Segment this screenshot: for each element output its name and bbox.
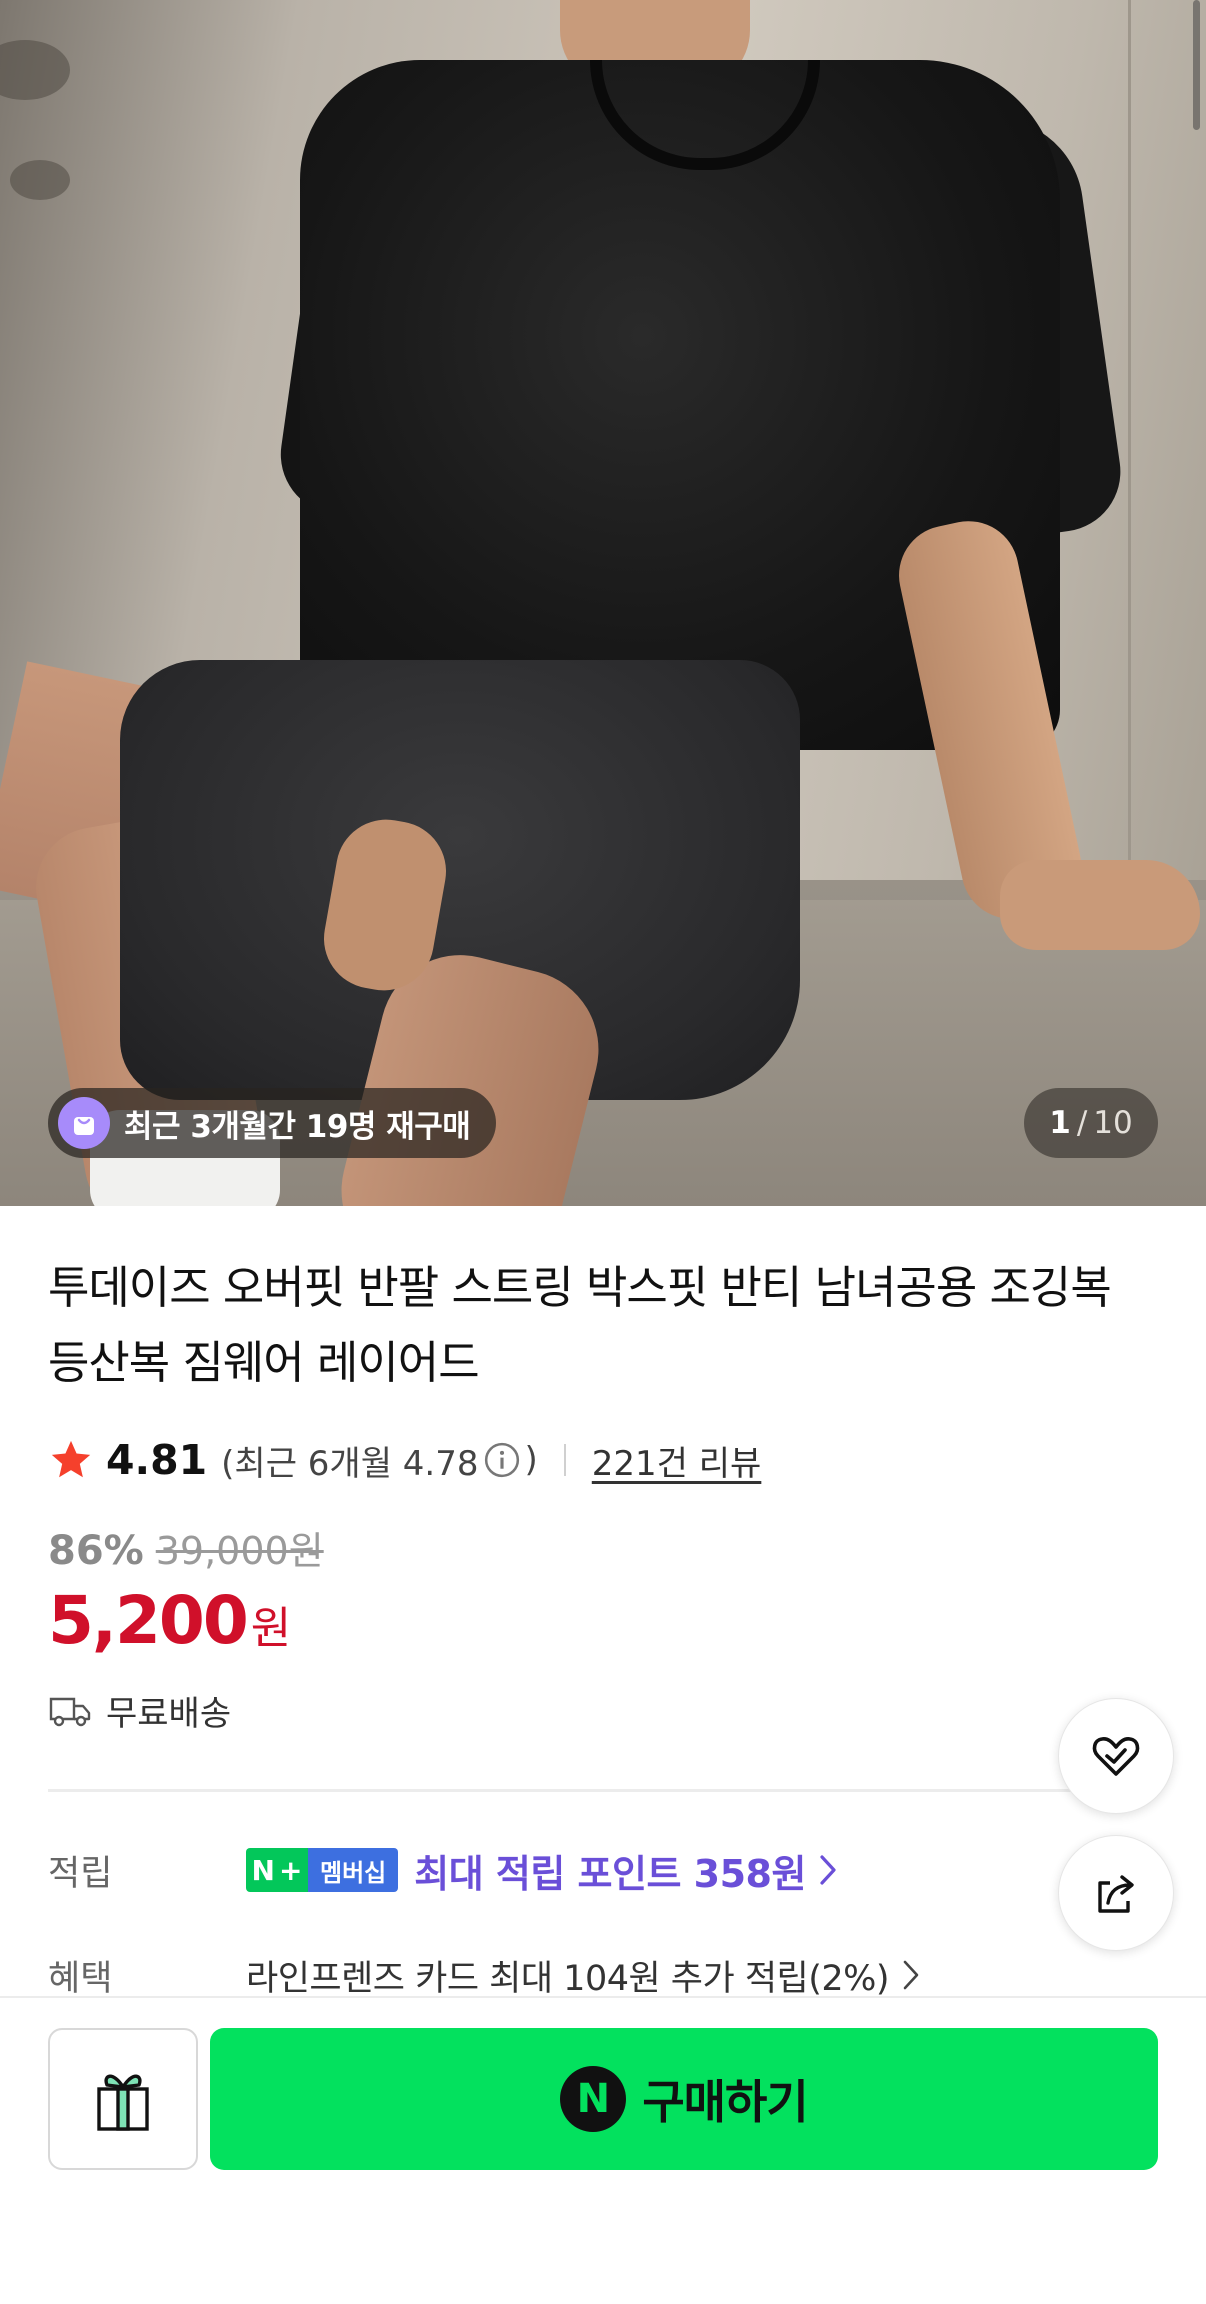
bottom-action-bar: N 구매하기 [0,1996,1206,2304]
shipping-info: 무료배송 [48,1686,231,1735]
rating-row: 4.81 (최근 6개월 4.78 ) 221건 리뷰 [48,1432,761,1488]
shopping-bag-icon [58,1097,110,1149]
image-page-counter: 1 / 10 [1024,1088,1158,1158]
price-unit: 원 [250,1603,292,1654]
share-icon [1098,1875,1134,1913]
gift-icon [97,2074,149,2131]
zzim-button[interactable] [1058,1698,1174,1814]
benefit-label: 혜택 [48,1958,113,1999]
info-icon[interactable] [483,1441,521,1479]
star-icon [51,1440,91,1478]
repurchase-badge: 최근 3개월간 19명 재구매 [48,1088,497,1158]
scrollbar-thumb[interactable] [1193,0,1200,130]
recent-rating: (최근 6개월 4.78 [221,1443,479,1484]
shipping-text: 무료배송 [106,1694,232,1734]
review-count-link[interactable]: 221건 리뷰 [592,1436,762,1485]
product-image-gallery[interactable]: 최근 3개월간 19명 재구매 1 / 10 [0,0,1206,1206]
sale-price-value: 5,200 [48,1582,249,1659]
total-image-count: 10 [1093,1105,1133,1141]
benefit-text: 라인프렌즈 카드 최대 104원 추가 적립(2%) [246,1958,890,1999]
buy-button-label: 구매하기 [642,2075,808,2129]
heart-check-icon [1092,1737,1140,1776]
current-image-index: 1 [1049,1105,1071,1141]
rating-score: 4.81 [106,1436,208,1484]
buy-now-button[interactable]: N 구매하기 [210,2028,1158,2170]
divider [563,1444,566,1476]
product-title: 투데이즈 오버핏 반팔 스트링 박스핏 반티 남녀공용 조깅복 등산복 짐웨어 … [48,1261,1112,1389]
naver-plus-membership-badge: N + 멤버십 [246,1848,399,1892]
points-row[interactable]: 적립 N + 멤버십 최대 적립 포인트 358원 [48,1840,1048,1900]
share-button[interactable] [1058,1835,1174,1951]
section-divider [48,1789,1078,1792]
original-price: 39,000원 [155,1529,324,1573]
max-points-text: 최대 적립 포인트 358원 [414,1851,806,1896]
chevron-right-icon [903,1960,919,1990]
gift-button[interactable] [48,2028,198,2170]
chevron-right-icon [820,1855,836,1885]
discount-rate: 86% [48,1528,144,1574]
sale-price: 5,200 원 [48,1582,291,1659]
discount-row: 86% 39,000원 [48,1520,324,1575]
repurchase-text: 최근 3개월간 19명 재구매 [124,1108,471,1145]
naver-pay-icon: N [560,2066,627,2132]
truck-icon [49,1697,91,1726]
points-label: 적립 [48,1853,113,1894]
